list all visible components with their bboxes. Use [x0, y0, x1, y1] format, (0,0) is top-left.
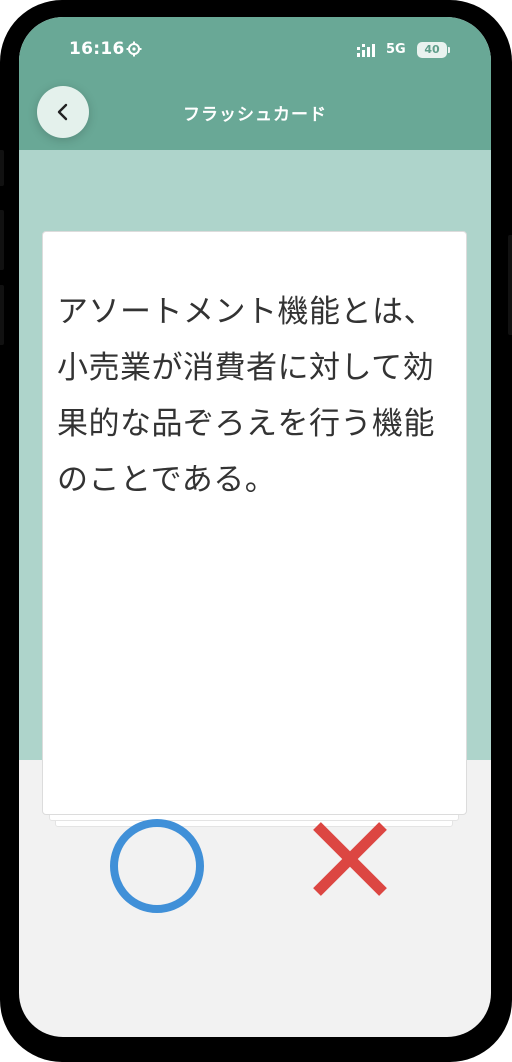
volume-down-button [0, 285, 4, 345]
battery-tip [448, 47, 450, 53]
gear-icon [126, 41, 142, 57]
page-title: フラッシュカード [183, 105, 327, 125]
status-time: 16:16 [69, 39, 125, 59]
flashcard[interactable]: アソートメント機能とは、小売業が消費者に対して効果的な品ぞろえを行う機能のことで… [42, 231, 467, 815]
battery-indicator: 40 [417, 42, 447, 58]
signal-icon [357, 44, 375, 57]
app-header: 16:16 5G 40 フラッシュカード [19, 17, 491, 150]
correct-button[interactable] [110, 819, 204, 913]
incorrect-button[interactable] [309, 818, 395, 904]
phone-frame: 16:16 5G 40 フラッシュカード アソートメント機能とは、小売業が消費者… [0, 0, 512, 1062]
power-button [508, 235, 512, 335]
volume-up-button [0, 210, 4, 270]
cross-x-icon [313, 822, 387, 896]
flashcard-question: アソートメント機能とは、小売業が消費者に対して効果的な品ぞろえを行う機能のことで… [57, 294, 435, 498]
network-label: 5G [386, 42, 406, 57]
silent-switch [0, 150, 4, 186]
screen: 16:16 5G 40 フラッシュカード アソートメント機能とは、小売業が消費者… [19, 17, 491, 1037]
